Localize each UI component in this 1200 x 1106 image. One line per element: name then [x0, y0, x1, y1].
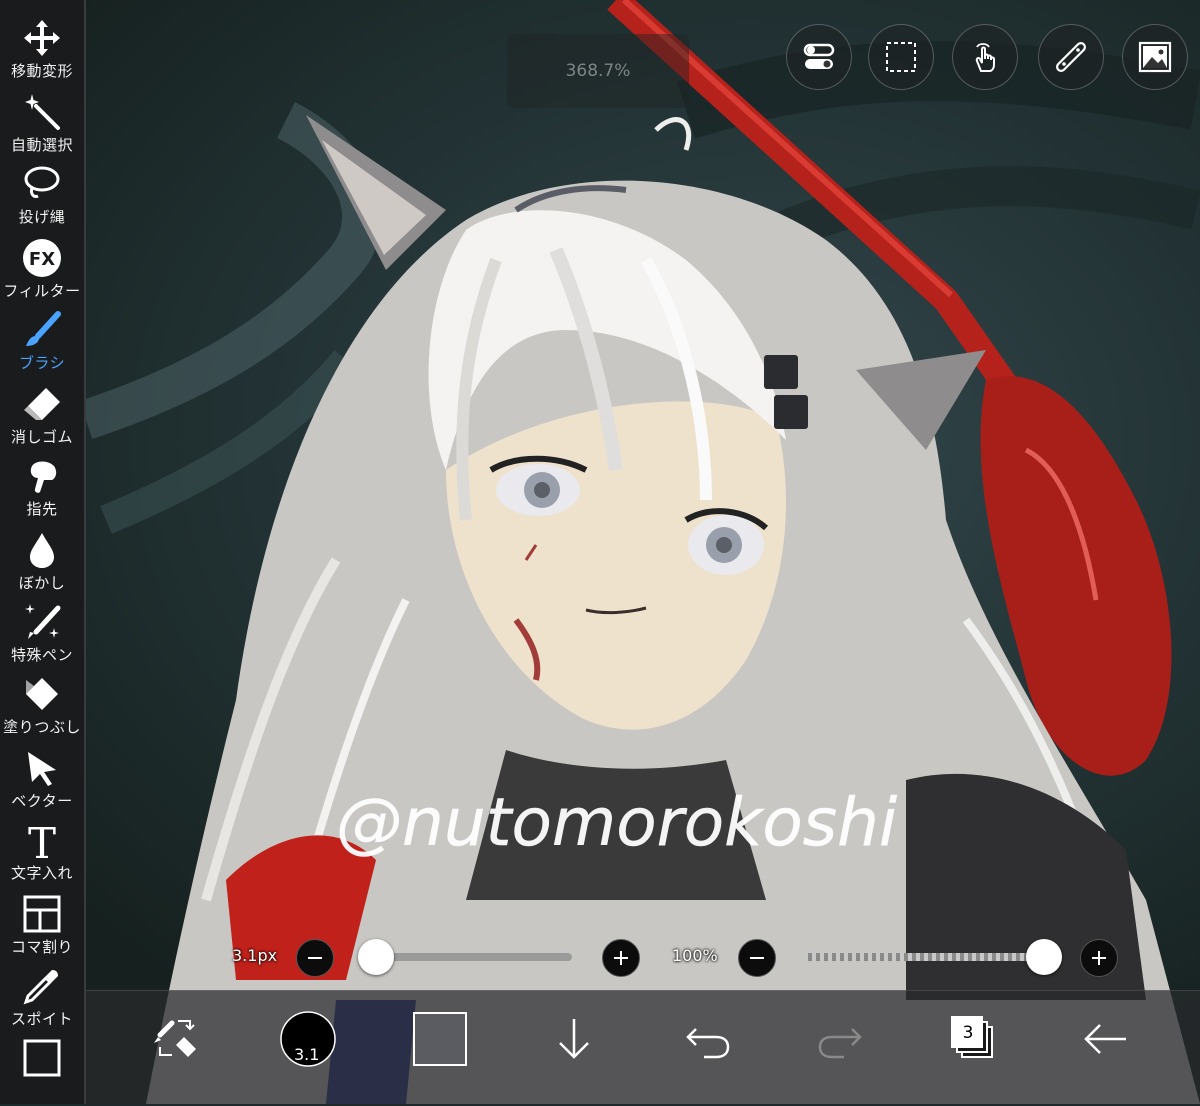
eyedropper-icon [23, 970, 58, 1005]
dashed-selection-icon [886, 42, 916, 72]
blur-drop-icon [30, 533, 54, 568]
brush-size-track[interactable] [376, 953, 572, 961]
opacity-decrease-button[interactable] [738, 939, 776, 977]
tool-frame-divider[interactable]: コマ割り [0, 890, 84, 962]
selection-button[interactable] [868, 24, 934, 90]
layers-button[interactable]: 3 [938, 1003, 1010, 1075]
arrow-left-icon [1084, 1024, 1126, 1054]
tool-label: コマ割り [10, 938, 73, 956]
tool-canvas-frame[interactable] [0, 1034, 84, 1106]
tool-lasso[interactable]: 投げ縄 [0, 160, 84, 232]
text-icon: T [28, 819, 56, 868]
brush-eraser-switch-button[interactable] [140, 1003, 212, 1075]
material-button[interactable] [1122, 24, 1188, 90]
tool-label: 消しゴム [10, 428, 73, 446]
touch-hand-icon [975, 43, 995, 72]
plus-icon [614, 951, 628, 965]
gesture-button[interactable] [952, 24, 1018, 90]
tool-label: 指先 [26, 500, 58, 518]
brush-size-increase-button[interactable] [602, 939, 640, 977]
tool-text[interactable]: T 文字入れ [0, 816, 84, 888]
image-icon [1138, 41, 1172, 73]
tool-fill[interactable]: 塗りつぶし [0, 670, 84, 742]
tool-label: 塗りつぶし [3, 718, 81, 736]
tool-auto-select[interactable]: 自動選択 [0, 88, 84, 160]
color-swatch-button[interactable] [404, 1003, 476, 1075]
brush-size-slider-knob[interactable] [358, 939, 394, 975]
layer-count: 3 [962, 1023, 974, 1043]
brush-size-button[interactable]: 3.1 [272, 1003, 344, 1075]
brush-size-badge: 3.1 [294, 1045, 320, 1064]
zoom-level-indicator: 368.7% [507, 34, 689, 108]
bottom-toolbar: 3.1 3 [86, 990, 1200, 1105]
svg-text:FX: FX [29, 249, 55, 270]
tool-eraser[interactable]: 消しゴム [0, 380, 84, 452]
canvas-watermark: @nutomorokoshi [336, 784, 898, 861]
undo-icon [686, 1028, 730, 1059]
tool-label: スポイト [10, 1010, 73, 1028]
brush-size-decrease-button[interactable] [296, 939, 334, 977]
tool-label: 特殊ペン [10, 646, 73, 664]
special-pen-icon [25, 604, 61, 639]
square-frame-icon [23, 1039, 61, 1077]
tool-special-pen[interactable]: 特殊ペン [0, 598, 84, 670]
redo-button[interactable] [804, 1003, 876, 1075]
eraser-icon [24, 388, 60, 420]
ruler-button[interactable] [1038, 24, 1104, 90]
color-swatch-icon [413, 1012, 467, 1066]
plus-icon [1092, 951, 1106, 965]
bucket-icon [26, 678, 58, 710]
svg-text:T: T [28, 820, 56, 860]
tool-label: ブラシ [18, 354, 66, 372]
toggle-switch-icon [803, 43, 835, 69]
brush-icon [26, 311, 61, 346]
undo-button[interactable] [672, 1003, 744, 1075]
tool-label: 自動選択 [10, 136, 73, 154]
opacity-label: 100% [672, 946, 718, 965]
fx-icon: FX [23, 239, 61, 277]
artwork: @nutomorokoshi [86, 0, 1200, 1104]
opacity-slider-knob[interactable] [1026, 939, 1062, 975]
tool-eyedropper[interactable]: スポイト [0, 962, 84, 1034]
minus-icon [750, 957, 764, 959]
opacity-increase-button[interactable] [1080, 939, 1118, 977]
brush-size-label: 3.1px [232, 946, 278, 965]
ruler-icon [1056, 42, 1086, 72]
magic-wand-icon [25, 94, 60, 130]
redo-icon [818, 1028, 862, 1059]
tool-label: フィルター [3, 282, 81, 300]
drawing-canvas[interactable]: @nutomorokoshi [86, 0, 1200, 1104]
tool-label: 投げ縄 [18, 208, 66, 226]
tool-label: ぼかし [18, 574, 66, 592]
tool-label: 文字入れ [10, 864, 73, 882]
vector-arrow-icon [28, 752, 56, 786]
tool-finger[interactable]: 指先 [0, 452, 84, 524]
lasso-icon [24, 166, 60, 198]
arrow-down-icon [559, 1019, 589, 1059]
opacity-track[interactable] [804, 953, 1044, 961]
save-down-button[interactable] [538, 1003, 610, 1075]
swap-brush-eraser-icon [154, 1020, 196, 1057]
tool-move-transform[interactable]: 移動変形 [0, 14, 84, 86]
frame-divide-icon [23, 895, 61, 933]
tool-filter[interactable]: FX フィルター [0, 234, 84, 306]
tool-label: 移動変形 [10, 62, 73, 80]
tool-vector[interactable]: ベクター [0, 744, 84, 816]
tool-label: ベクター [11, 792, 73, 810]
finger-icon [30, 461, 57, 493]
minus-icon [308, 957, 322, 959]
tool-blur[interactable]: ぼかし [0, 526, 84, 598]
tool-brush[interactable]: ブラシ [0, 306, 84, 378]
toggle-settings-button[interactable] [786, 24, 852, 90]
move-arrows-icon [24, 20, 60, 56]
left-toolbar: 移動変形 自動選択 投げ縄 FX フィルター ブラシ 消しゴム 指先 ぼかし 特… [0, 0, 86, 1104]
back-button[interactable] [1070, 1003, 1142, 1075]
